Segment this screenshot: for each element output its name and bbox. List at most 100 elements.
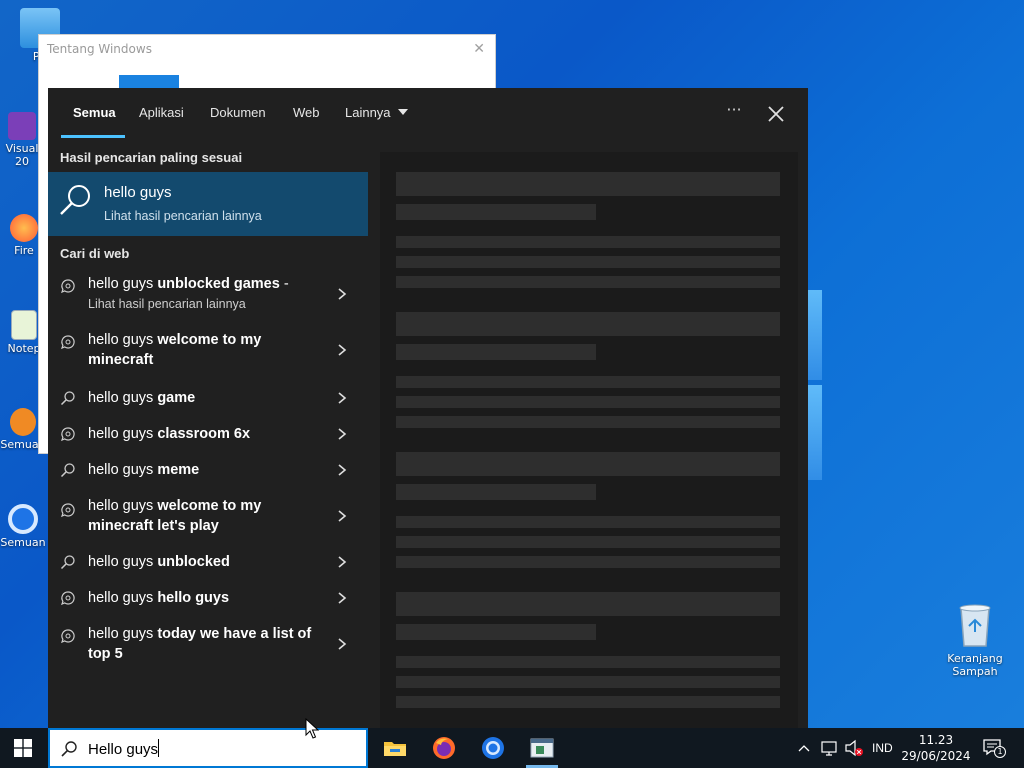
web-suggestion[interactable]: hello guys unblocked games - Lihat hasil… xyxy=(48,266,368,316)
skeleton-line xyxy=(396,344,596,360)
web-bubble-icon xyxy=(61,335,75,350)
best-match-heading: Hasil pencarian paling sesuai xyxy=(60,150,243,165)
visual-studio-icon xyxy=(8,112,36,140)
suggestion-prefix: hello guys xyxy=(88,498,158,514)
suggestion-prefix: hello guys xyxy=(88,626,158,642)
desktop-icon-label: Visual 20 xyxy=(5,142,39,168)
desktop-icon-firefox[interactable]: Fire xyxy=(6,214,42,257)
search-icon xyxy=(60,463,75,478)
preview-pane-loading xyxy=(380,152,798,728)
file-explorer-icon[interactable] xyxy=(381,734,409,762)
about-windows-titlebar: Tentang Windows ✕ xyxy=(39,35,495,63)
recycle-bin-label-line2: Sampah xyxy=(952,665,998,678)
tab-dokumen[interactable]: Dokumen xyxy=(210,105,266,120)
text-caret xyxy=(158,739,160,757)
chevron-right-icon xyxy=(338,638,347,650)
search-icon xyxy=(60,185,90,215)
best-match-title: hello guys xyxy=(104,184,172,201)
chevron-right-icon xyxy=(338,464,347,476)
web-bubble-icon xyxy=(61,629,75,644)
best-match-result[interactable]: hello guys Lihat hasil pencarian lainnya xyxy=(48,172,368,236)
desktop-icon-label: Fire xyxy=(14,244,34,257)
chevron-right-icon xyxy=(338,556,347,568)
skeleton-line xyxy=(396,516,780,528)
chevron-right-icon xyxy=(338,344,347,356)
skeleton-line xyxy=(396,536,780,548)
taskbar-search-input[interactable]: Hello guys xyxy=(48,728,368,768)
web-bubble-icon xyxy=(61,279,75,294)
chevron-right-icon xyxy=(338,392,347,404)
suggestion-prefix: hello guys xyxy=(88,332,158,348)
recycle-bin-label-line1: Keranjang xyxy=(947,652,1003,665)
windows-start-icon[interactable] xyxy=(14,739,32,757)
chrome-icon[interactable] xyxy=(479,734,507,762)
network-icon[interactable] xyxy=(820,728,838,768)
search-panel: Semua Aplikasi Dokumen Web Lainnya ··· H… xyxy=(48,88,808,728)
tab-lainnya[interactable]: Lainnya xyxy=(345,105,409,120)
desktop-icon-chrome-shortcut[interactable]: Semuan xyxy=(0,504,46,549)
chevron-right-icon xyxy=(338,592,347,604)
web-suggestion[interactable]: hello guys welcome to my minecraft xyxy=(48,322,368,372)
app-window-icon[interactable] xyxy=(528,734,556,762)
web-suggestion[interactable]: hello guys welcome to my minecraft let's… xyxy=(48,490,368,540)
suggestion-bold: hello guys xyxy=(157,590,230,606)
suggestion-subtitle: Lihat hasil pencarian lainnya xyxy=(88,297,246,311)
chevron-up-icon[interactable] xyxy=(798,728,810,768)
skeleton-line xyxy=(396,376,780,388)
search-icon xyxy=(61,741,77,757)
skeleton-line xyxy=(396,172,780,196)
suggestion-prefix: hello guys xyxy=(88,462,158,478)
firefox-icon xyxy=(10,214,38,242)
language-indicator[interactable]: IND xyxy=(872,728,893,768)
tab-web[interactable]: Web xyxy=(293,105,320,120)
desktop-icon-recycle-bin[interactable]: Keranjang Sampah xyxy=(940,602,1010,678)
web-suggestion[interactable]: hello guys meme xyxy=(48,454,368,486)
skeleton-line xyxy=(396,696,780,708)
more-options-button[interactable]: ··· xyxy=(722,100,746,124)
firefox-icon[interactable] xyxy=(430,734,458,762)
web-suggestion[interactable]: hello guys today we have a list of top 5 xyxy=(48,618,368,668)
close-icon[interactable]: ✕ xyxy=(473,41,485,57)
system-clock[interactable]: 11.23 29/06/2024 xyxy=(898,732,974,764)
skeleton-line xyxy=(396,236,780,248)
skeleton-line xyxy=(396,656,780,668)
skeleton-line xyxy=(396,416,780,428)
wallpaper-beam xyxy=(808,385,822,480)
chevron-right-icon xyxy=(338,428,347,440)
tab-aplikasi[interactable]: Aplikasi xyxy=(139,105,184,120)
wallpaper-beam xyxy=(808,290,822,380)
suggestion-prefix: hello guys xyxy=(88,276,158,292)
web-suggestion[interactable]: hello guys hello guys xyxy=(48,582,368,614)
skeleton-line xyxy=(396,484,596,500)
tab-lainnya-label: Lainnya xyxy=(345,105,391,120)
chrome-icon xyxy=(8,504,38,534)
suggestion-bold: classroom 6x xyxy=(157,426,251,442)
tab-semua[interactable]: Semua xyxy=(73,105,116,120)
skeleton-line xyxy=(396,276,780,288)
notification-count-badge: 1 xyxy=(994,746,1006,758)
skeleton-line xyxy=(396,452,780,476)
search-input-value: Hello guys xyxy=(88,739,160,758)
skeleton-line xyxy=(396,396,780,408)
suggestion-prefix: hello guys xyxy=(88,390,158,406)
skeleton-line xyxy=(396,256,780,268)
web-section-heading: Cari di web xyxy=(60,246,130,261)
recycle-bin-icon xyxy=(959,604,991,647)
search-icon xyxy=(60,391,75,406)
volume-muted-icon[interactable] xyxy=(844,728,864,768)
search-results-list: Hasil pencarian paling sesuai hello guys… xyxy=(48,140,368,728)
chevron-right-icon xyxy=(338,510,347,522)
web-suggestion[interactable]: hello guys game xyxy=(48,382,368,414)
close-icon[interactable] xyxy=(764,102,788,126)
web-suggestion[interactable]: hello guys unblocked xyxy=(48,546,368,578)
web-bubble-icon xyxy=(61,503,75,518)
skeleton-line xyxy=(396,592,780,616)
web-suggestion[interactable]: hello guys classroom 6x xyxy=(48,418,368,450)
clock-date: 29/06/2024 xyxy=(901,749,971,763)
suggestion-bold: meme xyxy=(157,462,200,478)
desktop-icon-label: Notep xyxy=(7,342,41,355)
web-bubble-icon xyxy=(61,591,75,606)
notification-center-button[interactable]: 1 xyxy=(982,738,1006,758)
skeleton-line xyxy=(396,204,596,220)
skeleton-line xyxy=(396,556,780,568)
